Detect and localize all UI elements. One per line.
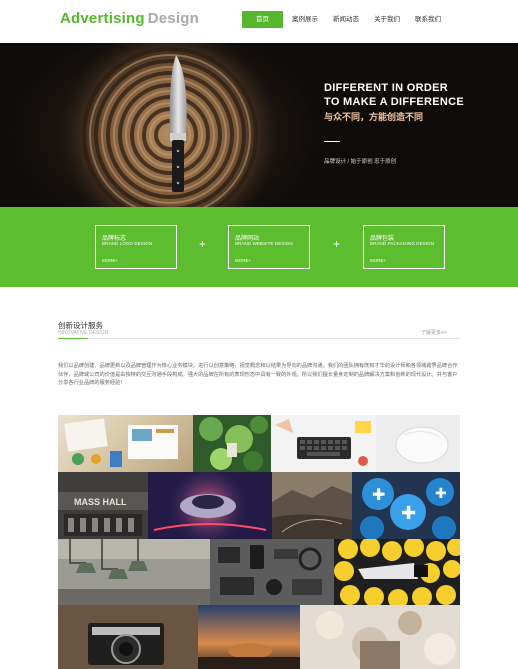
service-box-website[interactable]: 品牌网站 BRAND WEBSITE DESIGN MORE+	[228, 225, 310, 269]
gallery-tile-bokeh[interactable]	[300, 605, 460, 669]
service-more-link[interactable]: MORE+	[235, 258, 251, 263]
gallery-tile-sunset[interactable]	[198, 605, 300, 669]
service-subtitle: BRAND LOGO DESIGN	[102, 241, 153, 246]
bokeh-photo	[300, 605, 460, 669]
service-more-link[interactable]: MORE+	[370, 258, 386, 263]
knife-sand-image	[60, 43, 280, 207]
car-photo	[148, 472, 272, 539]
plus-icon: +	[199, 237, 207, 251]
hero-subtitle: 品牌设计 / 始于原创 忠于原创	[324, 159, 397, 165]
gallery-tile-hall[interactable]: MASS HALL	[58, 472, 148, 539]
service-subtitle: BRAND PACKAGING DESIGN	[370, 241, 435, 246]
sunset-photo	[198, 605, 300, 669]
svg-text:✚: ✚	[401, 503, 416, 524]
site-header: Advertising Design 首页 案例展示 新闻动态 关于我们 联系我们	[0, 0, 518, 43]
lamps-photo	[58, 539, 210, 605]
nav-contact[interactable]: 联系我们	[414, 11, 442, 28]
logo[interactable]: Advertising Design	[60, 10, 199, 27]
office-desk-photo	[64, 418, 178, 467]
gallery-tile-car[interactable]	[148, 472, 272, 539]
svg-text:MASS HALL: MASS HALL	[74, 497, 127, 507]
gallery-tile-office[interactable]	[58, 415, 193, 472]
blue-buttons-photo: ✚ ✚ ✚	[352, 472, 460, 539]
mass-hall-photo: MASS HALL	[58, 472, 148, 539]
gallery-tile-lemons[interactable]	[334, 539, 460, 605]
gallery-tile-keyboard[interactable]	[271, 415, 376, 472]
lemons-photo	[334, 539, 460, 605]
service-more-link[interactable]: MORE+	[102, 258, 118, 263]
svg-text:✚: ✚	[435, 486, 447, 502]
logo-primary: Advertising	[60, 10, 145, 27]
gallery-tile-mouse[interactable]	[376, 415, 460, 472]
section-subtitle: INNOVATIVE DESIGN	[58, 330, 109, 336]
nav-cases[interactable]: 案例展示	[291, 11, 319, 28]
services-band: 品牌标志 BRAND LOGO DESIGN MORE+ + 品牌网站 BRAN…	[0, 207, 518, 287]
gallery-tile-landscape[interactable]	[272, 472, 352, 539]
keyboard-photo	[271, 415, 376, 472]
hero-headline-line2: TO MAKE A DIFFERENCE	[324, 96, 465, 108]
flatlay-photo	[210, 539, 334, 605]
main-nav: 首页 案例展示 新闻动态 关于我们 联系我们	[242, 11, 442, 28]
nav-home[interactable]: 首页	[242, 11, 283, 28]
hero-divider	[324, 141, 340, 142]
gallery-tile-flatlay[interactable]	[210, 539, 334, 605]
section-accent-line	[58, 338, 88, 339]
camera-photo	[58, 605, 198, 669]
logo-secondary: Design	[147, 10, 199, 27]
gallery-tile-camera[interactable]	[58, 605, 198, 669]
hero-chinese-slogan: 与众不同，方能创造不同	[324, 113, 424, 123]
section-divider	[88, 338, 460, 339]
gallery-tile-buttons[interactable]: ✚ ✚ ✚	[352, 472, 460, 539]
hero-headline-line1: DIFFERENT IN ORDER	[324, 82, 448, 94]
svg-text:✚: ✚	[372, 485, 385, 504]
hero-banner: DIFFERENT IN ORDER TO MAKE A DIFFERENCE …	[0, 43, 518, 207]
plants-photo	[193, 415, 271, 472]
service-box-logo[interactable]: 品牌标志 BRAND LOGO DESIGN MORE+	[95, 225, 177, 269]
gallery-tile-lamps[interactable]	[58, 539, 210, 605]
nav-about[interactable]: 关于我们	[373, 11, 401, 28]
portfolio-gallery: MASS HALL ✚ ✚ ✚	[58, 415, 460, 669]
mouse-photo	[376, 415, 460, 472]
section-description: 我们以品牌创建、品牌更新以及品牌管理作为核心业务模块。进行以创意策略，视觉概念和…	[58, 363, 458, 387]
service-box-packaging[interactable]: 品牌包装 BRAND PACKAGING DESIGN MORE+	[363, 225, 445, 269]
landscape-photo	[272, 472, 352, 539]
service-subtitle: BRAND WEBSITE DESIGN	[235, 241, 293, 246]
nav-news[interactable]: 新闻动态	[332, 11, 360, 28]
plus-icon: +	[333, 237, 341, 251]
learn-more-link[interactable]: 了解更多>>	[421, 329, 447, 336]
gallery-tile-plants[interactable]	[193, 415, 271, 472]
